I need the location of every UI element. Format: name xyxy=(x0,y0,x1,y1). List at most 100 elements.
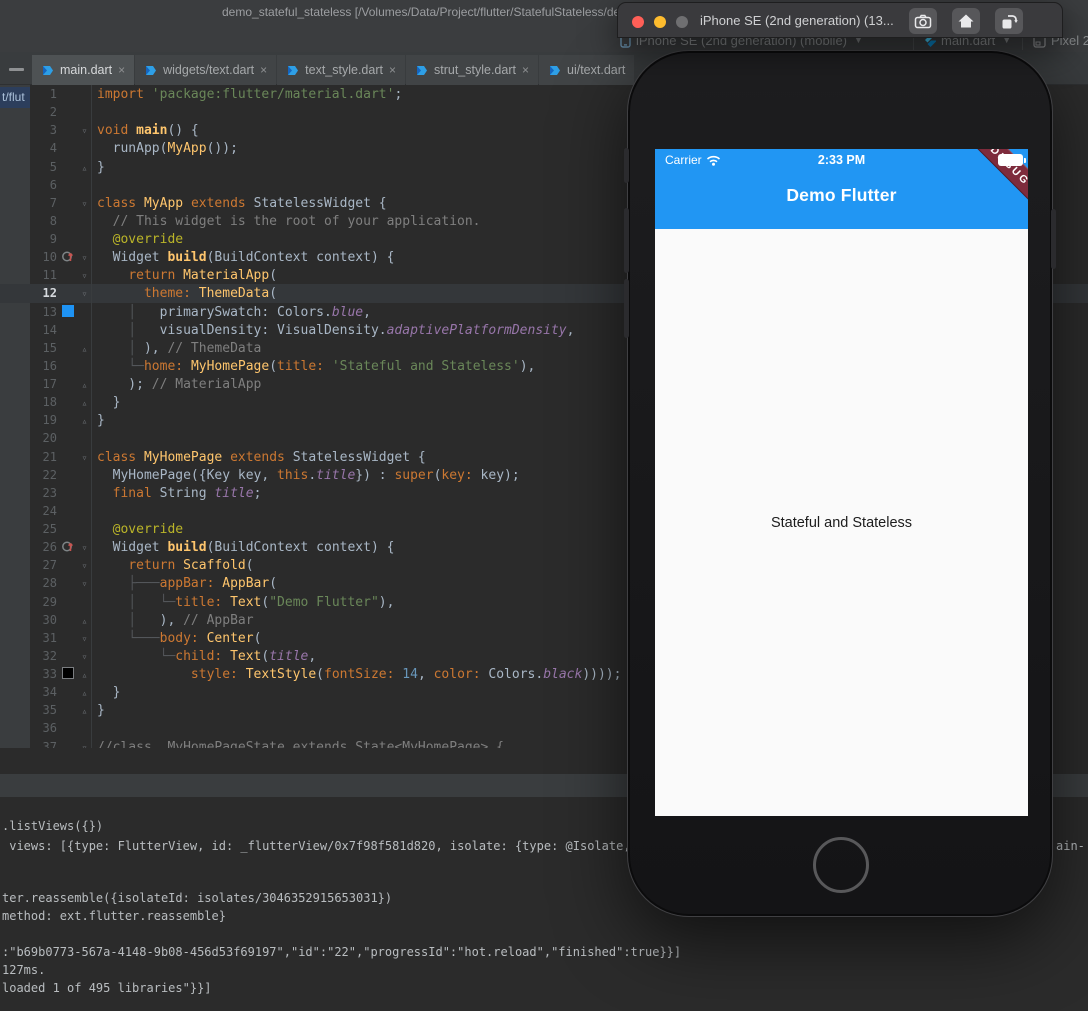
code-text: return Scaffold( xyxy=(91,558,253,574)
code-text: class MyHomePage extends StatelessWidget… xyxy=(91,450,426,465)
code-segment: Scaffold xyxy=(183,558,246,574)
code-text: Widget build(BuildContext context) { xyxy=(91,250,395,266)
code-segment: black xyxy=(543,667,583,682)
code-segment: child: xyxy=(175,648,231,664)
tab-close-icon[interactable]: × xyxy=(260,64,267,76)
power-button xyxy=(1051,209,1056,269)
tab-label: strut_style.dart xyxy=(434,63,516,77)
app-body: Stateful and Stateless xyxy=(655,229,1028,816)
color-swatch-black xyxy=(61,667,74,679)
line-number: 34 xyxy=(42,685,57,700)
code-segment: , xyxy=(308,648,317,664)
code-segment: class xyxy=(97,195,144,211)
code-segment: style: xyxy=(190,667,246,682)
code-segment: │ xyxy=(97,322,160,338)
fold-marker[interactable]: ▿ xyxy=(78,740,91,749)
line-number: 8 xyxy=(49,213,57,228)
tab-close-icon[interactable]: × xyxy=(522,64,529,76)
dart-file-icon xyxy=(550,65,560,75)
code-segment: │ └─ xyxy=(97,594,176,610)
console-line: 127ms. xyxy=(2,963,46,977)
tab-bar-dash-icon[interactable] xyxy=(9,68,24,71)
line-number: 10 xyxy=(42,250,57,265)
home-button[interactable] xyxy=(952,8,980,34)
line-number: 7 xyxy=(49,195,57,210)
editor-tab-ui-text-dart[interactable]: ui/text.dart xyxy=(539,55,635,85)
home-button-ring[interactable] xyxy=(813,837,869,893)
code-segment: AppBar xyxy=(222,576,270,592)
code-segment: } xyxy=(97,685,121,701)
volume-down-button xyxy=(624,279,629,338)
code-text: import 'package:flutter/material.dart'; xyxy=(91,87,402,102)
code-text: } xyxy=(91,413,105,428)
line-number: 1 xyxy=(49,87,57,101)
line-number: 16 xyxy=(42,358,57,373)
code-segment: (BuildContext context) { xyxy=(206,250,395,266)
override-method-icon xyxy=(61,251,73,262)
code-segment: MyHomePage({Key key, xyxy=(97,467,278,483)
simulator-titlebar[interactable]: iPhone SE (2nd generation) (13... xyxy=(617,2,1063,38)
code-text: ├───appBar: AppBar( xyxy=(91,576,277,591)
gutter-override-icon-slot[interactable] xyxy=(57,249,78,267)
code-text: │ primarySwatch: Colors.blue, xyxy=(91,305,371,320)
code-text: // This widget is the root of your appli… xyxy=(91,214,481,229)
editor-tab-widgets-text-dart[interactable]: widgets/text.dart × xyxy=(135,55,277,85)
camera-icon xyxy=(914,14,932,29)
code-segment: appBar: xyxy=(159,576,223,592)
line-number: 35 xyxy=(42,703,57,718)
code-text: MyHomePage({Key key, this.title}) : supe… xyxy=(91,468,520,483)
tab-close-icon[interactable]: × xyxy=(118,64,125,76)
status-bar-time: 2:33 PM xyxy=(817,153,866,167)
app-body-text: Stateful and Stateless xyxy=(770,514,913,531)
code-text: │ visualDensity: VisualDensity.adaptiveP… xyxy=(91,323,574,338)
code-segment: ( xyxy=(269,358,278,374)
code-segment: Widget xyxy=(97,250,168,266)
editor-tab-main-dart[interactable]: main.dart × xyxy=(32,55,135,85)
gutter-color-swatch-slot[interactable] xyxy=(57,304,78,322)
line-number: 37 xyxy=(42,739,57,749)
minimize-traffic-light[interactable] xyxy=(654,16,666,28)
project-path-chip: t/flut xyxy=(0,87,30,108)
screenshot-button[interactable] xyxy=(909,8,937,34)
line-number: 32 xyxy=(42,648,57,663)
editor-tabs: main.dart × widgets/text.dart × text_style.d… xyxy=(32,55,635,85)
line-number: 12 xyxy=(42,286,57,301)
editor-tab-text-style-dart[interactable]: text_style.dart × xyxy=(277,55,405,85)
code-segment: "Demo Flutter" xyxy=(269,594,379,610)
code-segment: Text xyxy=(230,648,262,664)
code-text: } xyxy=(91,395,121,410)
code-segment: primarySwatch: Colors. xyxy=(159,304,332,320)
code-segment: ( xyxy=(269,576,278,592)
code-segment: visualDensity: VisualDensity. xyxy=(159,322,387,338)
code-segment: this xyxy=(277,467,309,483)
battery-icon xyxy=(998,154,1026,166)
line-number: 23 xyxy=(42,485,57,500)
code-segment: . xyxy=(308,467,317,483)
simulator-screen[interactable]: DEBUG Carrier 2:33 PM Demo Flutter State… xyxy=(655,149,1028,816)
code-segment: , xyxy=(566,322,575,338)
editor-tab-strut-style-dart[interactable]: strut_style.dart × xyxy=(406,55,538,85)
line-number: 14 xyxy=(42,322,57,337)
rotate-button[interactable] xyxy=(995,8,1023,34)
tab-label: main.dart xyxy=(60,63,113,77)
code-segment: MyHomePage xyxy=(143,449,231,465)
code-segment: title xyxy=(214,485,254,501)
gutter-color-swatch-slot[interactable] xyxy=(57,666,78,684)
code-text: void main() { xyxy=(91,123,199,138)
console-line: loaded 1 of 495 libraries"}}] xyxy=(2,981,212,995)
code-segment: key: xyxy=(441,467,481,483)
close-traffic-light[interactable] xyxy=(632,16,644,28)
tab-close-icon[interactable]: × xyxy=(389,64,396,76)
console-line: method: ext.flutter.reassemble} xyxy=(2,909,226,923)
code-segment: Colors. xyxy=(488,667,544,682)
code-segment: MyApp xyxy=(143,195,191,211)
code-text: return MaterialApp( xyxy=(91,268,277,283)
code-segment: title xyxy=(269,648,309,664)
code-segment: │ xyxy=(97,340,144,356)
code-segment: 'package:flutter/material.dart' xyxy=(151,87,395,102)
simulator-window-title: iPhone SE (2nd generation) (13... xyxy=(700,13,894,28)
gutter-override-icon-slot[interactable] xyxy=(57,539,78,557)
code-segment: MyHomePage xyxy=(190,358,270,374)
line-number: 24 xyxy=(42,503,57,518)
